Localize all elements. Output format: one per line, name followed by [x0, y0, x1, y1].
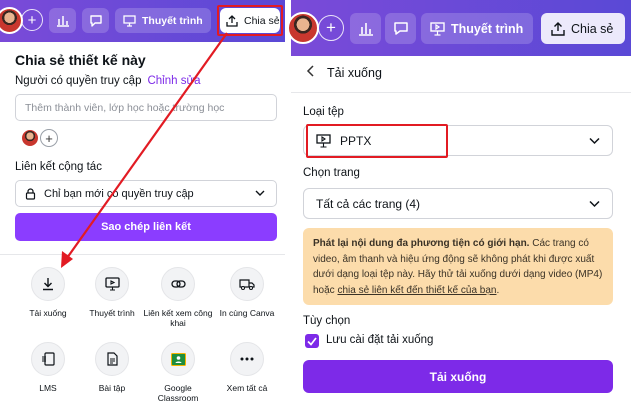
- right-top-toolbar: + Thuyết trình Chia sẻ: [287, 0, 631, 56]
- user-avatar[interactable]: [287, 12, 319, 44]
- pages-value: Tất cả các trang (4): [316, 196, 421, 211]
- share-button[interactable]: Chia sẻ: [541, 13, 625, 44]
- save-settings-checkbox[interactable]: [305, 334, 319, 348]
- pages-label: Chọn trang: [303, 167, 360, 179]
- presentation-button[interactable]: Thuyết trình: [421, 13, 533, 44]
- share-label: Chia sẻ: [571, 21, 614, 36]
- share-link-text[interactable]: chia sẻ liên kết đến thiết kế của bạn: [337, 285, 496, 296]
- bar-chart-icon: [358, 23, 373, 36]
- analytics-button[interactable]: [350, 13, 381, 44]
- presentation-label: Thuyết trình: [451, 21, 524, 36]
- chevron-down-icon: [589, 137, 600, 145]
- download-panel-title: Tải xuống: [327, 66, 382, 80]
- options-label: Tùy chọn: [303, 315, 351, 327]
- back-button[interactable]: [306, 65, 316, 80]
- comment-button[interactable]: [385, 13, 416, 44]
- download-panel: Tải xuống Loại tệp PPTX Chọn trang Tất c…: [291, 56, 631, 406]
- check-icon: [307, 336, 317, 346]
- note-end: .: [496, 284, 500, 296]
- chevron-down-icon: [589, 200, 600, 208]
- plus-icon: +: [326, 18, 336, 37]
- share-icon: [551, 21, 565, 36]
- save-settings-label[interactable]: Lưu cài đặt tải xuống: [326, 334, 433, 346]
- file-type-label: Loại tệp: [303, 106, 344, 118]
- file-type-highlight-box: [306, 124, 448, 158]
- chevron-left-icon: [306, 65, 314, 77]
- presentation-icon: [430, 21, 445, 36]
- divider: [291, 92, 631, 93]
- download-button[interactable]: Tải xuống: [303, 360, 613, 393]
- add-collaborator-button[interactable]: +: [318, 15, 344, 41]
- media-warning-note: Phát lại nội dung đa phương tiện có giới…: [303, 228, 613, 305]
- pages-dropdown[interactable]: Tất cả các trang (4): [303, 188, 613, 219]
- note-bold: Phát lại nội dung đa phương tiện có giới…: [313, 238, 530, 249]
- comment-icon: [393, 22, 408, 35]
